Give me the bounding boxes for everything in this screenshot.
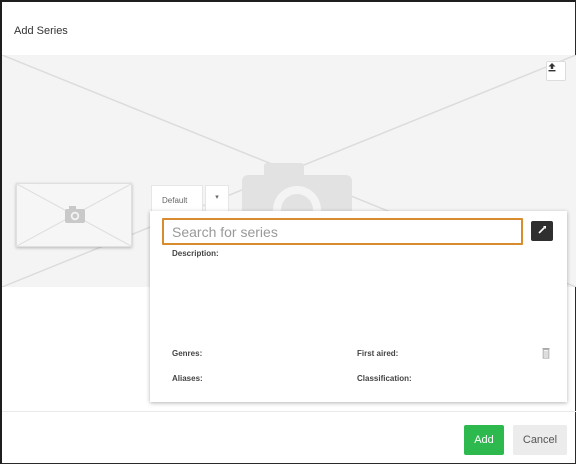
- upload-fanart-button[interactable]: [546, 61, 566, 81]
- footer-divider: [2, 411, 576, 412]
- description-label: Description:: [172, 249, 219, 258]
- genres-label: Genres:: [172, 349, 203, 358]
- classification-label: Classification:: [357, 374, 412, 383]
- aliases-label: Aliases:: [172, 374, 203, 383]
- poster-placeholder[interactable]: [16, 183, 132, 247]
- tab-default-language[interactable]: Default: [151, 185, 203, 212]
- cancel-button[interactable]: Cancel: [513, 425, 567, 455]
- trash-icon: [541, 348, 551, 362]
- magic-wand-icon: [537, 225, 547, 238]
- language-dropdown-button[interactable]: ▾: [205, 185, 229, 212]
- clear-button[interactable]: [541, 347, 551, 359]
- add-button[interactable]: Add: [464, 425, 504, 455]
- series-search-input[interactable]: [162, 218, 523, 245]
- auto-fill-button[interactable]: [531, 221, 553, 241]
- series-details-card: Description: Genres: First aired: Aliase…: [150, 211, 567, 402]
- dialog-title: Add Series: [14, 25, 68, 37]
- camera-icon: [17, 184, 131, 246]
- first-aired-label: First aired:: [357, 349, 399, 358]
- chevron-down-icon: ▾: [215, 194, 219, 201]
